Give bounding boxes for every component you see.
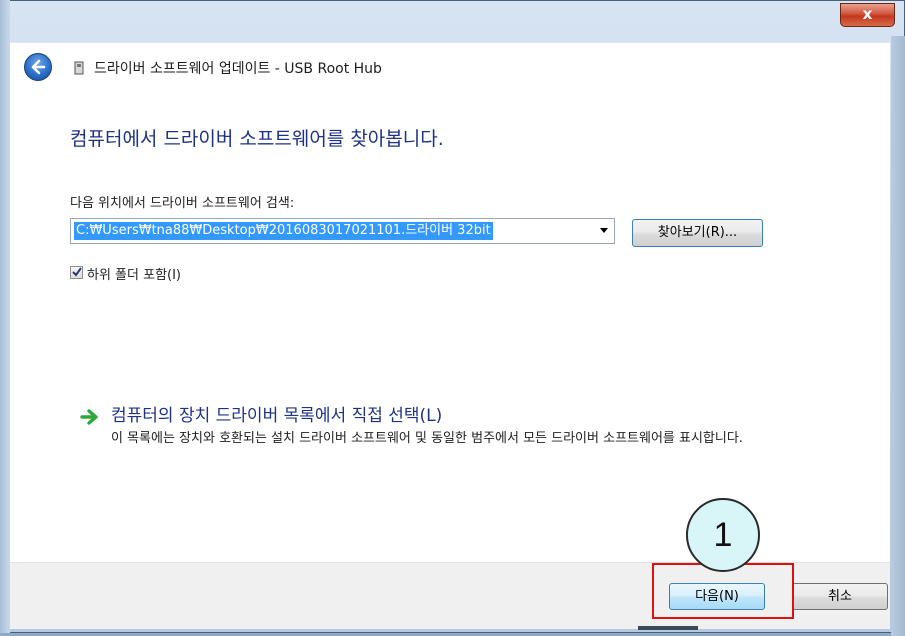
back-button[interactable] — [24, 53, 52, 81]
checkmark-icon — [72, 267, 82, 277]
dropdown-arrow-icon[interactable] — [600, 228, 608, 233]
pick-from-list-description: 이 목록에는 장치와 호환되는 설치 드라이버 소프트웨어 및 동일한 범주에서… — [111, 431, 743, 446]
background-window-edge — [891, 36, 905, 636]
browse-button[interactable]: 찾아보기(R)... — [632, 219, 763, 247]
driver-path-combobox[interactable]: C:₩Users₩tna88₩Desktop₩2016083017021101.… — [70, 218, 615, 244]
cancel-button[interactable]: 취소 — [792, 583, 888, 610]
back-arrow-icon — [31, 59, 46, 75]
taskbar-edge — [638, 626, 698, 630]
include-subfolders-checkbox[interactable] — [70, 266, 83, 279]
pick-from-list-link[interactable]: 컴퓨터의 장치 드라이버 목록에서 직접 선택(L) — [111, 401, 442, 426]
window-title: 드라이버 소프트웨어 업데이트 - USB Root Hub — [94, 61, 382, 77]
driver-path-value[interactable]: C:₩Users₩tna88₩Desktop₩2016083017021101.… — [74, 222, 493, 240]
usb-device-icon — [74, 61, 84, 75]
navigation-bar: 드라이버 소프트웨어 업데이트 - USB Root Hub — [10, 42, 890, 95]
page-heading: 컴퓨터에서 드라이버 소프트웨어를 찾아봅니다. — [70, 128, 444, 150]
window-left-edge — [0, 0, 10, 633]
close-icon: x — [862, 5, 873, 23]
search-location-label: 다음 위치에서 드라이버 소프트웨어 검색: — [70, 196, 295, 211]
include-subfolders-label[interactable]: 하위 폴더 포함(I) — [87, 264, 181, 283]
close-button[interactable]: x — [840, 3, 895, 27]
green-arrow-icon — [80, 409, 98, 425]
annotation-step-badge: 1 — [686, 498, 760, 572]
wizard-content: 컴퓨터에서 드라이버 소프트웨어를 찾아봅니다. 다음 위치에서 드라이버 소프… — [10, 94, 890, 562]
